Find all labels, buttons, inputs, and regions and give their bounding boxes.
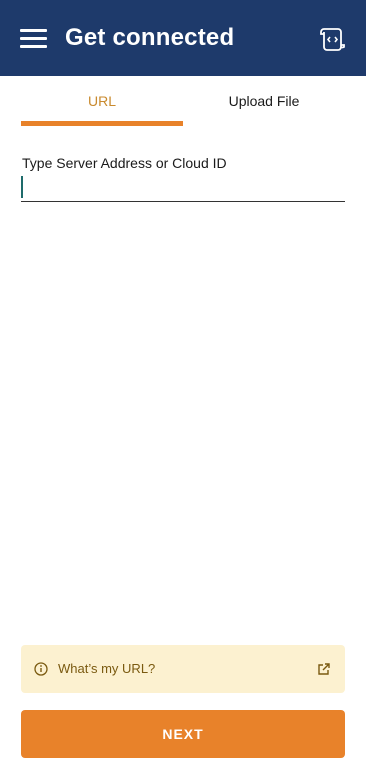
- text-cursor: [21, 176, 23, 198]
- whats-my-url-text: What’s my URL?: [58, 661, 156, 676]
- tab-upload-file[interactable]: Upload File: [183, 76, 345, 126]
- app-header: Get connected: [0, 0, 366, 76]
- external-link-icon: [318, 663, 330, 675]
- tab-url[interactable]: URL: [21, 76, 183, 126]
- next-button[interactable]: NEXT: [21, 710, 345, 758]
- server-address-field: [21, 174, 345, 202]
- connection-tabs: URL Upload File: [21, 76, 345, 126]
- server-address-label: Type Server Address or Cloud ID: [22, 155, 227, 171]
- page-title: Get connected: [65, 24, 235, 51]
- whats-my-url-link[interactable]: What’s my URL?: [21, 645, 345, 693]
- active-tab-indicator: [21, 121, 183, 126]
- info-icon: [34, 662, 48, 676]
- hamburger-menu-icon[interactable]: [20, 28, 48, 48]
- server-address-input[interactable]: [21, 174, 345, 200]
- get-connected-screen: Get connected URL Upload File Type Serve…: [0, 0, 366, 766]
- scroll-code-icon[interactable]: [318, 25, 346, 53]
